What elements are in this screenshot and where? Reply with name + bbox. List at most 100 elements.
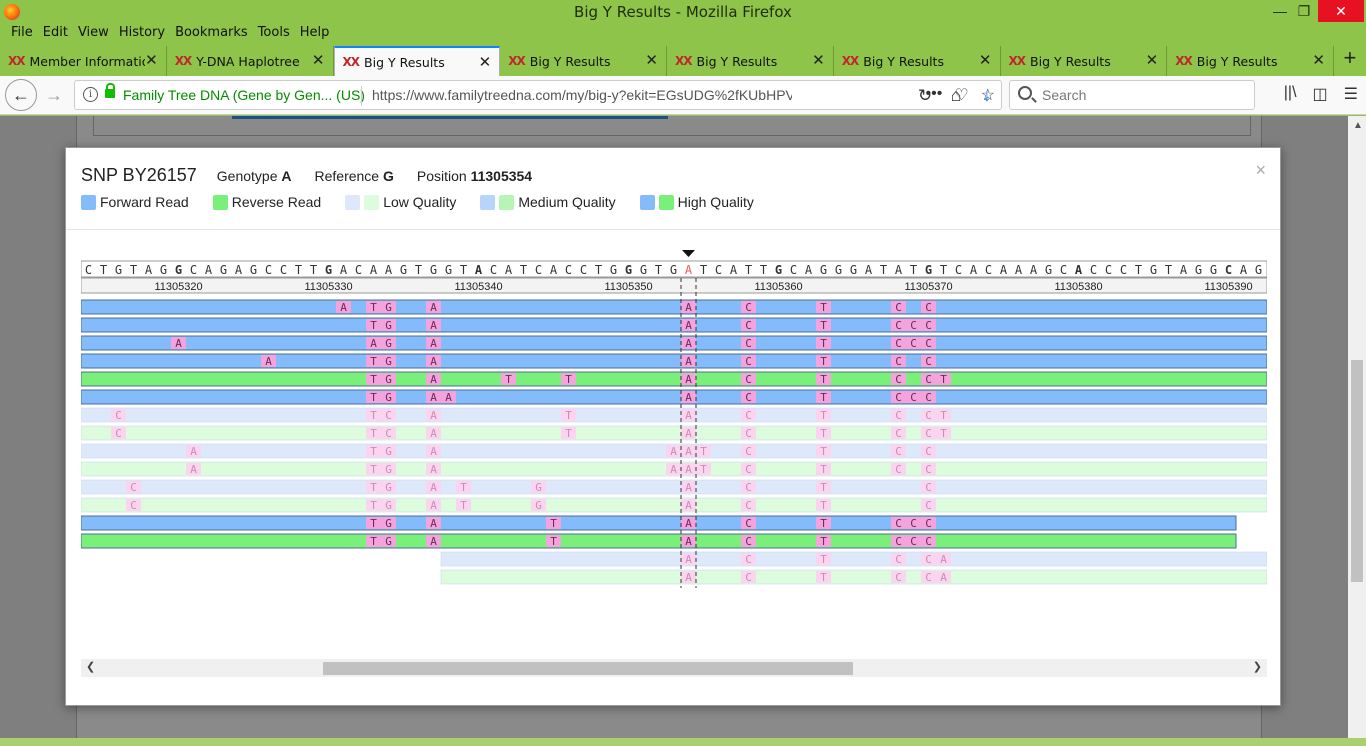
hamburger-menu-icon[interactable]: ☰ — [1344, 84, 1358, 104]
page-scrollbar-thumb[interactable] — [1351, 360, 1363, 582]
reference-base: A — [970, 263, 978, 277]
variant-base: A — [175, 337, 182, 350]
tab-5[interactable]: XX Big Y Results ✕ — [834, 46, 1001, 76]
variant-base: T — [940, 373, 947, 386]
home-icon[interactable]: ⌂ — [942, 82, 970, 110]
variant-base: G — [385, 355, 392, 368]
library-icon[interactable]: ||\ — [1284, 84, 1297, 104]
variant-base: A — [685, 535, 692, 548]
search-input[interactable]: Search — [1009, 80, 1255, 110]
tab-close-icon[interactable]: ✕ — [1146, 51, 1159, 69]
variant-base: C — [925, 571, 932, 584]
tab-close-icon[interactable]: ✕ — [479, 53, 492, 71]
reference-base: G — [160, 263, 167, 277]
variant-base: T — [460, 481, 467, 494]
read-bar — [81, 425, 1267, 441]
reference-base: A — [370, 263, 378, 277]
menu-file[interactable]: File — [6, 24, 38, 44]
tab-close-icon[interactable]: ✕ — [812, 51, 825, 69]
tab-close-icon[interactable]: ✕ — [979, 51, 992, 69]
variant-base: A — [685, 463, 692, 476]
variant-base: A — [685, 337, 692, 350]
tab-6[interactable]: XX Big Y Results ✕ — [1001, 46, 1168, 76]
viewer-horizontal-scrollbar[interactable]: ❮ ❯ — [81, 659, 1267, 677]
menu-edit[interactable]: Edit — [38, 24, 73, 44]
url-bar[interactable]: i Family Tree DNA (Gene by Gen... (US) h… — [74, 80, 1002, 110]
menu-tools[interactable]: Tools — [253, 24, 295, 44]
tab-3[interactable]: XX Big Y Results ✕ — [500, 46, 667, 76]
close-modal-button[interactable]: × — [1255, 160, 1266, 181]
scroll-right-icon[interactable]: ❯ — [1253, 660, 1262, 673]
url-text[interactable]: https://www.familytreedna.com/my/big-y?e… — [372, 87, 792, 103]
reference-base: C — [580, 263, 587, 277]
tab-0[interactable]: XX Member Informatio ✕ — [0, 46, 167, 76]
reload-icon[interactable]: ↻ — [911, 82, 939, 110]
tab-close-icon[interactable]: ✕ — [1312, 51, 1325, 69]
info-icon[interactable]: i — [83, 87, 98, 102]
reference-base: G — [925, 263, 932, 277]
variant-base: A — [430, 409, 437, 422]
reference-base: A — [1030, 263, 1038, 277]
legend-swatch — [364, 194, 380, 210]
forward-button[interactable]: → — [40, 82, 68, 110]
variant-base: C — [910, 517, 917, 530]
page-scrollbar[interactable]: ▲ — [1348, 116, 1366, 746]
menu-help[interactable]: Help — [295, 24, 335, 44]
ruler-tick-label: 11305330 — [304, 281, 352, 293]
reference-base: T — [460, 263, 467, 277]
tab-close-icon[interactable]: ✕ — [145, 51, 158, 69]
variant-base: C — [745, 319, 752, 332]
header-divider — [66, 229, 1280, 230]
tab-close-icon[interactable]: ✕ — [645, 51, 658, 69]
variant-base: T — [820, 535, 827, 548]
reference-base: T — [700, 263, 707, 277]
menu-history[interactable]: History — [114, 24, 170, 44]
read-bar — [81, 389, 1267, 405]
legend-swatch — [499, 194, 515, 210]
site-identity[interactable]: Family Tree DNA (Gene by Gen... (US) — [123, 87, 365, 103]
variant-base: T — [505, 373, 512, 386]
menu-bookmarks[interactable]: Bookmarks — [170, 24, 253, 44]
read-alignment-viewer[interactable]: CTGTAGGCAGAGCCTTGACAAGTGGTACATCACCTGGGTG… — [81, 248, 1267, 668]
tab-7[interactable]: XX Big Y Results ✕ — [1167, 46, 1334, 76]
variant-base: C — [895, 337, 902, 350]
tab-4[interactable]: XX Big Y Results ✕ — [667, 46, 834, 76]
menu-view[interactable]: View — [73, 24, 114, 44]
variant-base: A — [670, 463, 677, 476]
read-bar — [81, 371, 1267, 387]
download-icon[interactable]: ↓ — [973, 82, 1001, 110]
variant-base: C — [895, 301, 902, 314]
variant-base: T — [370, 301, 377, 314]
close-window-button[interactable]: ✕ — [1318, 0, 1364, 22]
legend-swatch — [345, 194, 361, 210]
variant-base: C — [895, 445, 902, 458]
variant-base: C — [895, 355, 902, 368]
scroll-left-icon[interactable]: ❮ — [86, 660, 95, 673]
legend-label: Reverse Read — [231, 194, 322, 210]
variant-base: A — [430, 337, 437, 350]
tab-label: Big Y Results — [1196, 53, 1278, 69]
viewer-scrollbar-thumb[interactable] — [323, 662, 853, 675]
sidebar-icon[interactable]: ◫ — [1313, 84, 1328, 104]
reference-base: G — [610, 263, 617, 277]
variant-base: A — [685, 409, 692, 422]
tab-close-icon[interactable]: ✕ — [312, 51, 325, 69]
reference-base: G — [820, 263, 827, 277]
read-bar — [81, 479, 1267, 495]
read-legend: Forward Read Reverse Read Low Quality Mediu… — [81, 194, 778, 210]
legend-item: High Quality — [639, 194, 754, 210]
variant-base: C — [130, 481, 137, 494]
reference-base: A — [865, 263, 873, 277]
variant-base: C — [745, 463, 752, 476]
tab-1[interactable]: XX Y-DNA Haplotree ✕ — [167, 46, 334, 76]
scroll-up-icon[interactable]: ▲ — [1353, 120, 1363, 131]
restore-button[interactable]: ❐ — [1289, 0, 1319, 22]
variant-base: C — [745, 301, 752, 314]
back-button[interactable]: ← — [5, 79, 37, 111]
reference-base: C — [535, 263, 542, 277]
variant-base: T — [370, 373, 377, 386]
variant-base: C — [745, 481, 752, 494]
variant-base: G — [385, 517, 392, 530]
new-tab-button[interactable]: + — [1334, 44, 1366, 76]
tab-2[interactable]: XX Big Y Results ✕ — [333, 46, 501, 76]
